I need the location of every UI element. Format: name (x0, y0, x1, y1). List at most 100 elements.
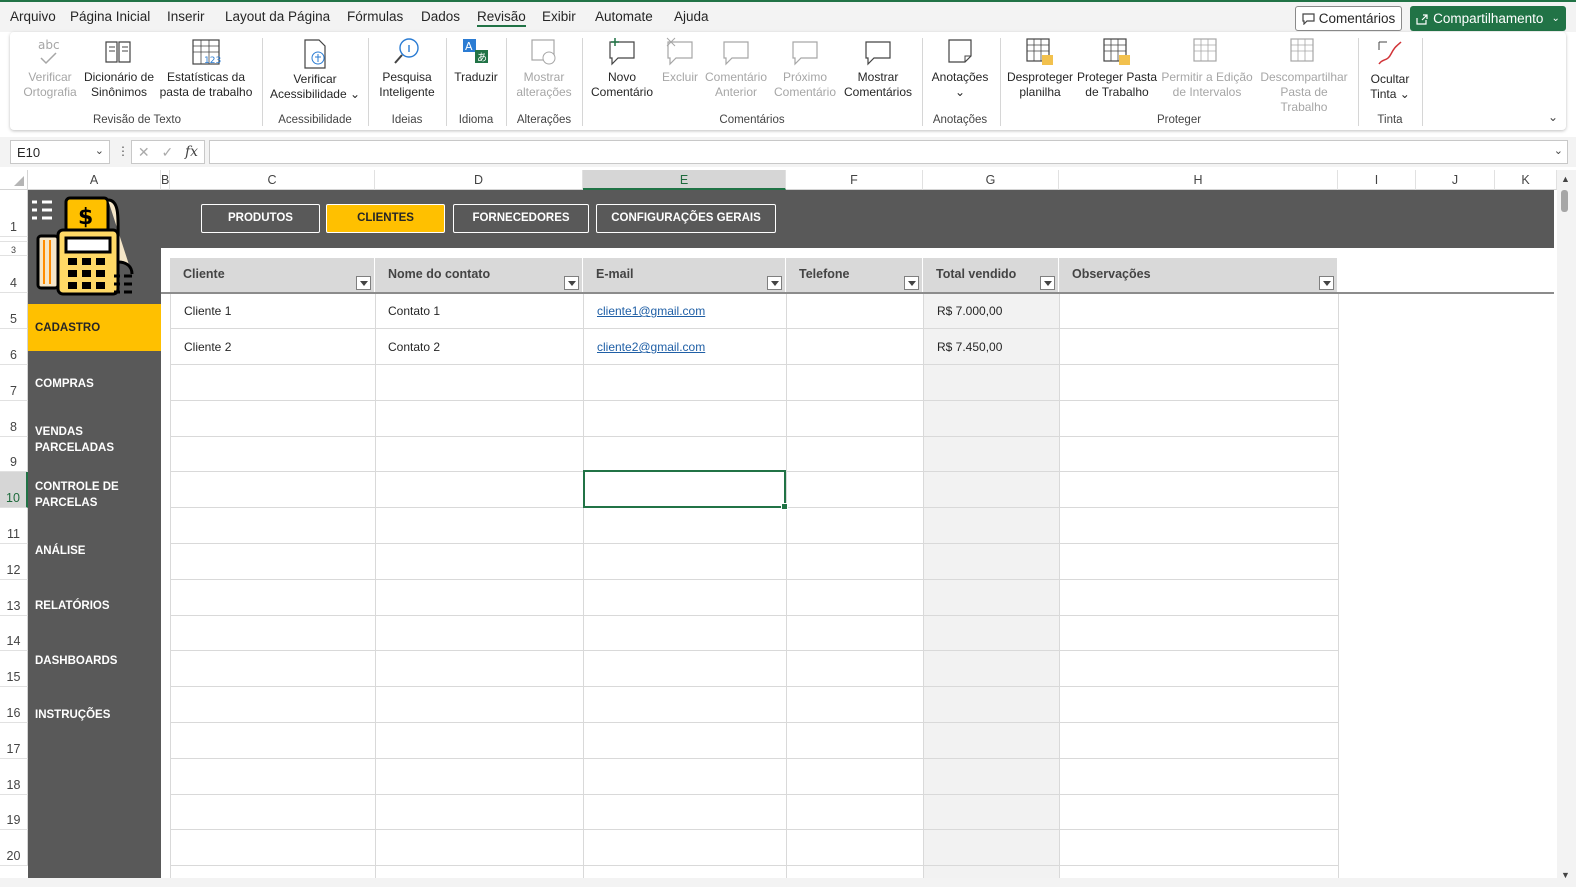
sidebar-item-analise[interactable]: ANÁLISE (28, 536, 161, 566)
column-header-c[interactable]: C (170, 170, 375, 190)
name-box[interactable]: E10 ⌄ (10, 140, 110, 164)
sidebar-item-controle-de-parcelas[interactable]: CONTROLE DE PARCELAS (28, 478, 161, 512)
column-header-i[interactable]: I (1338, 170, 1416, 190)
tab-arquivo[interactable]: Arquivo (10, 9, 56, 24)
row-header-6[interactable]: 6 (0, 329, 28, 365)
tab-inserir[interactable]: Inserir (167, 9, 205, 24)
row-header-9[interactable]: 9 (0, 437, 28, 472)
row-header-10[interactable]: 10 (0, 472, 28, 508)
row-header-3[interactable]: 3 (0, 242, 28, 256)
enter-icon[interactable]: ✓ (161, 144, 173, 161)
scroll-up-icon[interactable]: ▲ (1561, 174, 1570, 184)
unshare-workbook-button[interactable]: Descompartilhar Pasta de Trabalho (1256, 36, 1352, 115)
cancel-icon[interactable]: ✕ (138, 144, 150, 161)
more-options-icon[interactable]: ⋮ (117, 144, 129, 158)
sidebar-item-vendas-parceladas[interactable]: VENDAS PARCELADAS (28, 424, 161, 456)
row-header-19[interactable]: 19 (0, 795, 28, 830)
nav-tab-configuracoes-gerais[interactable]: CONFIGURAÇÕES GERAIS (596, 204, 776, 233)
row-header-15[interactable]: 15 (0, 651, 28, 687)
sidebar-item-cadastro[interactable]: CADASTRO (28, 304, 161, 351)
row-header-1[interactable]: 1 (0, 190, 28, 237)
tab-dados[interactable]: Dados (421, 9, 460, 24)
column-header-f[interactable]: F (786, 170, 923, 190)
filter-dropdown-icon[interactable] (1319, 276, 1334, 290)
expand-formula-bar-icon[interactable]: ⌄ (1554, 144, 1563, 157)
cell-total-vendido[interactable]: R$ 7.000,00 (937, 304, 1002, 318)
column-header-h[interactable]: H (1059, 170, 1338, 190)
row-header-13[interactable]: 13 (0, 580, 28, 616)
cell-nome-do-contato[interactable]: Contato 1 (388, 304, 440, 318)
tab-ajuda[interactable]: Ajuda (674, 9, 709, 24)
nav-tab-produtos[interactable]: PRODUTOS (201, 204, 320, 233)
tab-layout-da-pagina[interactable]: Layout da Página (225, 9, 330, 24)
cell-email-link[interactable]: cliente2@gmail.com (597, 340, 705, 354)
sidebar-item-instrucoes[interactable]: INSTRUÇÕES (28, 699, 161, 731)
hide-ink-button[interactable]: Ocultar Tinta ⌄ (1362, 38, 1418, 102)
delete-comment-button[interactable]: Excluir (658, 36, 702, 85)
sidebar-item-compras[interactable]: COMPRAS (28, 368, 161, 400)
cell-total-vendido[interactable]: R$ 7.450,00 (937, 340, 1002, 354)
allow-edit-ranges-button[interactable]: Permitir a Edição de Intervalos (1160, 36, 1254, 100)
tab-automate[interactable]: Automate (595, 9, 653, 24)
column-header-k[interactable]: K (1495, 170, 1557, 190)
workbook-stats-button[interactable]: 123 Estatísticas da pasta de trabalho (158, 36, 254, 100)
column-header-j[interactable]: J (1416, 170, 1495, 190)
horizontal-scrollbar[interactable] (0, 878, 1576, 887)
row-header-5[interactable]: 5 (0, 293, 28, 329)
cell-email-link[interactable]: cliente1@gmail.com (597, 304, 705, 318)
filter-dropdown-icon[interactable] (1040, 276, 1055, 290)
previous-comment-button[interactable]: Comentário Anterior (704, 36, 768, 100)
row-header-20[interactable]: 20 (0, 830, 28, 866)
cell-nome-do-contato[interactable]: Contato 2 (388, 340, 440, 354)
row-header-14[interactable]: 14 (0, 616, 28, 651)
filter-dropdown-icon[interactable] (356, 276, 371, 290)
show-changes-button[interactable]: Mostrar alterações (510, 36, 578, 100)
row-header-7[interactable]: 7 (0, 365, 28, 401)
comments-button[interactable]: Comentários (1295, 6, 1402, 31)
thesaurus-button[interactable]: Dicionário de Sinônimos (82, 36, 156, 100)
vertical-scrollbar[interactable]: ▲ ▼ (1557, 170, 1576, 882)
sidebar-item-dashboards[interactable]: DASHBOARDS (28, 645, 161, 677)
filter-dropdown-icon[interactable] (767, 276, 782, 290)
ribbon-collapse-icon[interactable]: ⌄ (1548, 110, 1558, 124)
filter-dropdown-icon[interactable] (904, 276, 919, 290)
protect-workbook-button[interactable]: Proteger Pasta de Trabalho (1076, 36, 1158, 100)
show-comments-button[interactable]: Mostrar Comentários (840, 36, 916, 100)
column-header-g[interactable]: G (923, 170, 1059, 190)
tab-exibir[interactable]: Exibir (542, 9, 576, 24)
row-header-8[interactable]: 8 (0, 401, 28, 437)
select-all-button[interactable] (0, 170, 28, 190)
sidebar-item-relatorios[interactable]: RELATÓRIOS (28, 590, 161, 622)
accessibility-button[interactable]: Verificar Acessibilidade ⌄ (268, 38, 362, 102)
tab-formulas[interactable]: Fórmulas (347, 9, 403, 24)
tab-revisao[interactable]: Revisão (477, 9, 526, 27)
tab-pagina-inicial[interactable]: Página Inicial (70, 9, 150, 24)
column-header-e[interactable]: E (583, 170, 786, 190)
row-header-18[interactable]: 18 (0, 759, 28, 795)
smart-lookup-button[interactable]: Pesquisa Inteligente (374, 36, 440, 100)
insert-function-icon[interactable]: fx (185, 144, 198, 160)
new-comment-button[interactable]: Novo Comentário (588, 36, 656, 100)
share-dropdown-icon[interactable]: ⌄ (1551, 13, 1559, 24)
row-header-4[interactable]: 4 (0, 256, 28, 293)
row-header-11[interactable]: 11 (0, 508, 28, 544)
filter-dropdown-icon[interactable] (564, 276, 579, 290)
translate-button[interactable]: Aあ Traduzir (452, 36, 500, 85)
name-box-dropdown-icon[interactable]: ⌄ (95, 144, 104, 157)
column-header-d[interactable]: D (375, 170, 583, 190)
row-header-16[interactable]: 16 (0, 687, 28, 723)
nav-tab-fornecedores[interactable]: FORNECEDORES (453, 204, 589, 233)
notes-button[interactable]: Anotações ⌄ (926, 36, 994, 100)
vertical-scroll-thumb[interactable] (1561, 190, 1568, 212)
unprotect-sheet-button[interactable]: Desproteger planilha (1006, 36, 1074, 100)
row-header-12[interactable]: 12 (0, 544, 28, 580)
next-comment-button[interactable]: Próximo Comentário (772, 36, 838, 100)
column-header-a[interactable]: A (28, 170, 161, 190)
spell-check-button[interactable]: abc Verificar Ortografia (18, 36, 82, 100)
selected-cell-e10[interactable] (583, 470, 788, 510)
column-header-b[interactable]: B (161, 170, 170, 190)
cell-cliente[interactable]: Cliente 2 (184, 340, 231, 354)
formula-input[interactable]: ⌄ (209, 140, 1568, 164)
nav-tab-clientes[interactable]: CLIENTES (326, 204, 445, 233)
share-button[interactable]: Compartilhamento ⌄ (1410, 6, 1566, 31)
